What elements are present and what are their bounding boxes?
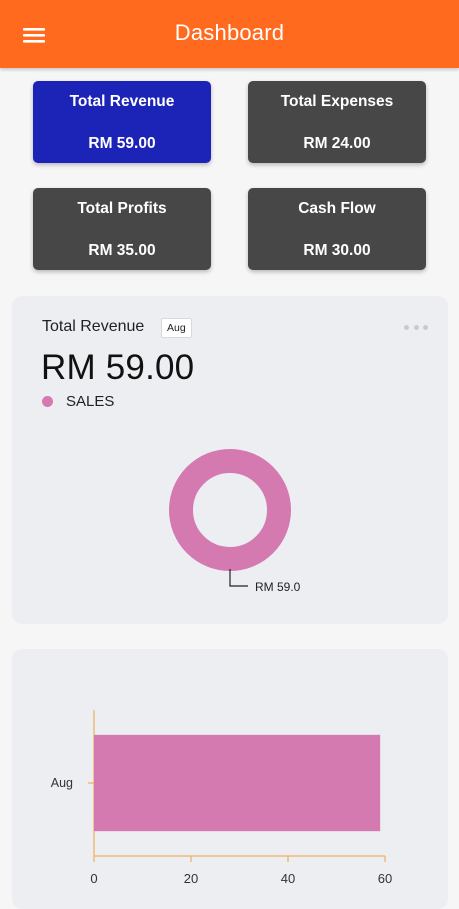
data-label-leader [229,569,248,587]
cash-flow-card[interactable]: Cash Flow RM 30.00 [248,188,426,270]
x-tick-label: 60 [378,871,392,886]
card-label: Cash Flow [298,200,376,217]
revenue-chart-panel: Total Revenue Aug RM 59.00 SALES RM 59.0 [12,296,448,624]
bar-chart: Aug 0 20 40 60 [51,710,392,886]
card-label: Total Profits [77,200,167,217]
card-value: RM 59.00 [88,135,156,152]
x-tick-label: 0 [90,871,97,886]
app-bar: Dashboard [0,0,459,68]
x-tick-label: 40 [281,871,295,886]
total-expenses-card[interactable]: Total Expenses RM 24.00 [248,81,426,163]
card-value: RM 24.00 [303,135,371,152]
donut-slice [169,449,291,571]
total-profits-card[interactable]: Total Profits RM 35.00 [33,188,211,270]
total-revenue-card[interactable]: Total Revenue RM 59.00 [33,81,211,163]
x-tick-label: 20 [184,871,198,886]
page-title: Dashboard [174,20,285,45]
revenue-bar-panel: Aug 0 20 40 60 [12,649,448,909]
bar [94,734,381,832]
y-tick-label: Aug [51,776,73,790]
card-value: RM 35.00 [88,242,156,259]
donut-data-label: RM 59.0 [255,580,301,594]
card-label: Total Expenses [280,93,394,110]
card-label: Total Revenue [69,93,175,110]
donut-chart: RM 59.0 [169,449,301,594]
card-value: RM 30.00 [303,242,371,259]
